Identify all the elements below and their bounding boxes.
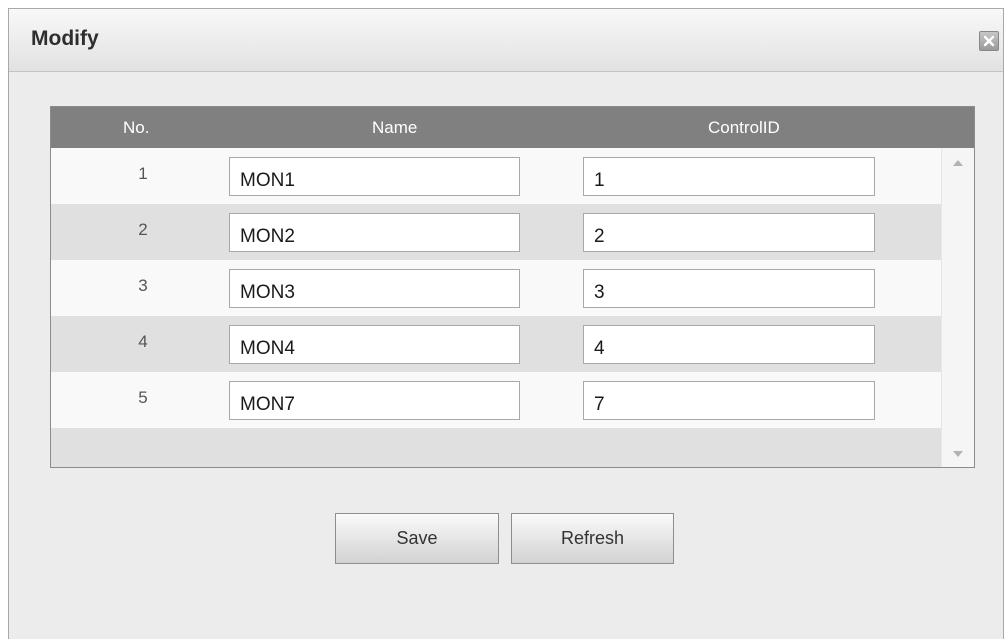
row-number: 4 xyxy=(138,332,148,351)
name-input[interactable] xyxy=(229,325,520,364)
control-id-input[interactable] xyxy=(583,269,875,308)
row-number: 2 xyxy=(138,220,148,239)
table-row: 1 xyxy=(51,148,942,204)
control-id-input[interactable] xyxy=(583,381,875,420)
dialog-title: Modify xyxy=(31,27,99,50)
name-input[interactable] xyxy=(229,213,520,252)
row-number: 5 xyxy=(138,388,148,407)
scroll-up-arrow-icon[interactable] xyxy=(953,160,963,166)
control-id-input[interactable] xyxy=(583,157,875,196)
table-scrollbar[interactable] xyxy=(941,148,974,467)
refresh-button[interactable]: Refresh xyxy=(511,513,674,564)
close-icon xyxy=(983,35,995,47)
row-number: 1 xyxy=(138,164,148,183)
table-header: No. Name ControlID xyxy=(51,107,974,148)
table-row: 5 xyxy=(51,372,942,428)
save-button[interactable]: Save xyxy=(335,513,499,564)
row-number: 3 xyxy=(138,276,148,295)
name-input[interactable] xyxy=(229,157,520,196)
close-button[interactable] xyxy=(979,31,999,51)
table-body: 1 2 3 4 5 xyxy=(51,148,942,467)
scroll-down-arrow-icon[interactable] xyxy=(953,451,963,457)
name-input[interactable] xyxy=(229,381,520,420)
control-id-input[interactable] xyxy=(583,325,875,364)
column-header-no: No. xyxy=(123,118,150,137)
control-id-input[interactable] xyxy=(583,213,875,252)
table-row: 4 xyxy=(51,316,942,372)
table-row: 3 xyxy=(51,260,942,316)
monitor-table: No. Name ControlID 1 2 3 4 xyxy=(50,106,975,468)
dialog-titlebar: Modify xyxy=(9,9,1003,72)
table-row: 2 xyxy=(51,204,942,260)
column-header-control-id: ControlID xyxy=(708,118,780,137)
name-input[interactable] xyxy=(229,269,520,308)
column-header-name: Name xyxy=(372,118,418,137)
modify-dialog: Modify No. Name ControlID 1 2 3 xyxy=(8,8,1004,639)
